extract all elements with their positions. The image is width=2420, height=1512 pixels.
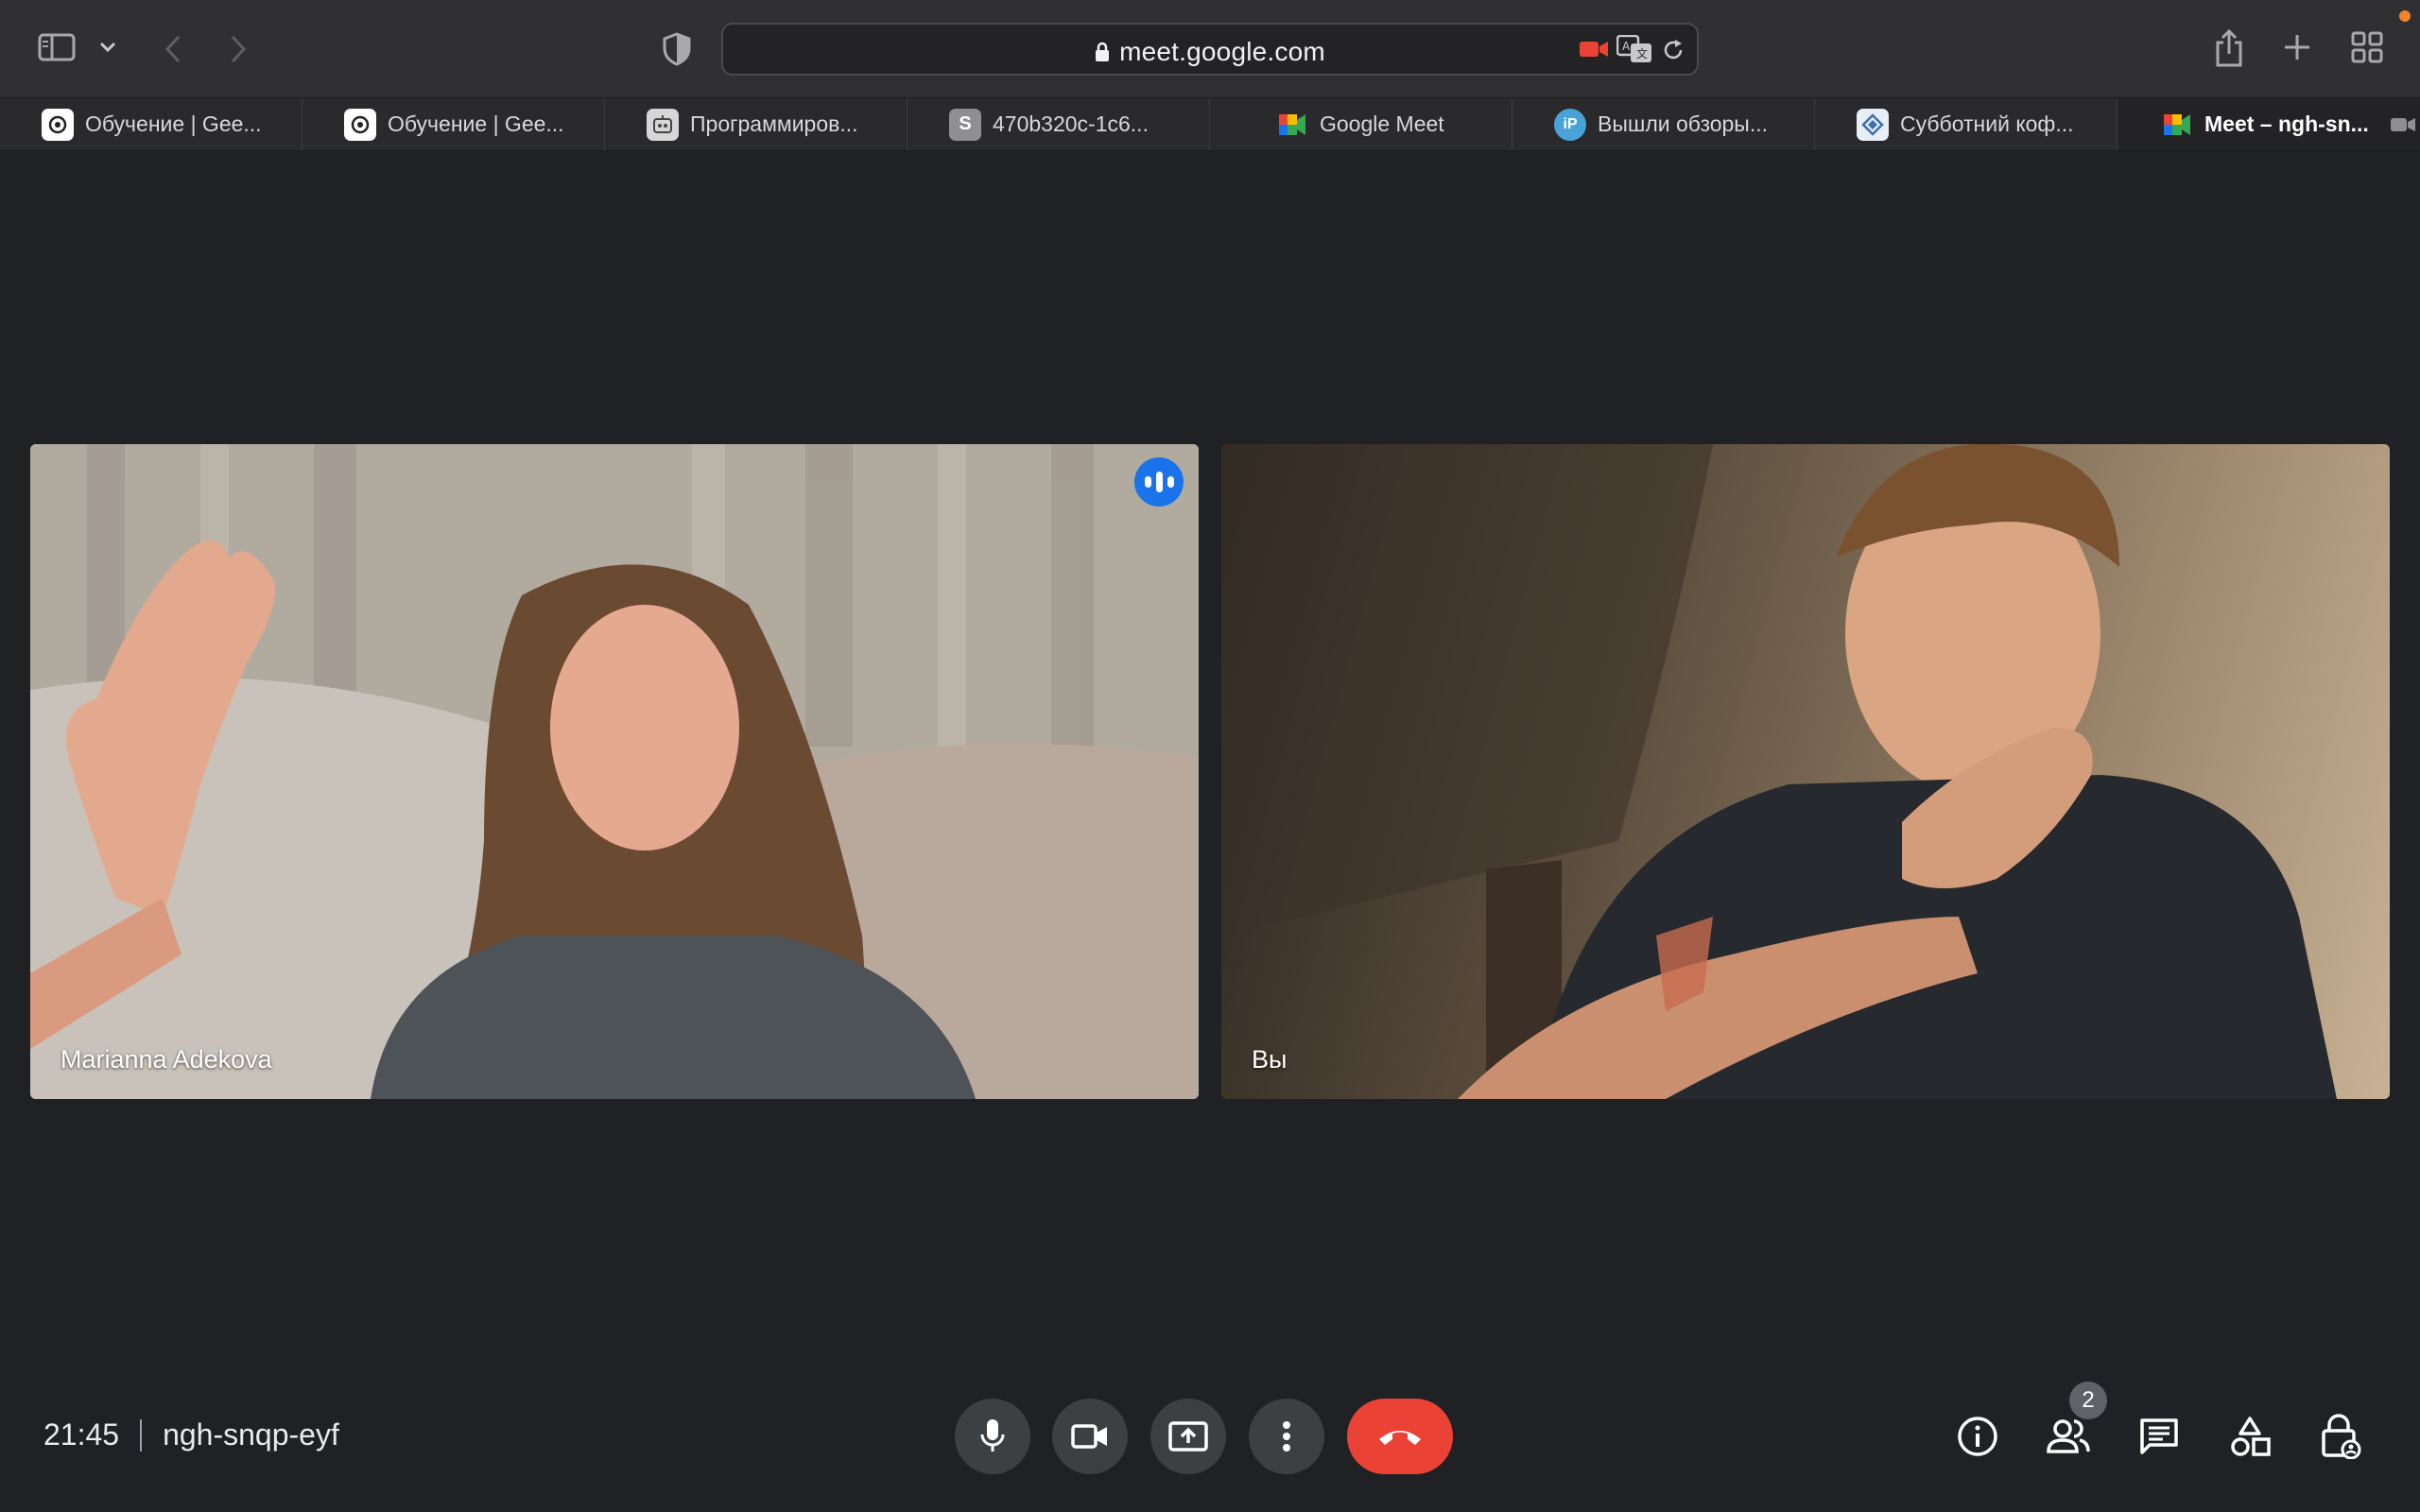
- end-call-button[interactable]: [1347, 1399, 1453, 1474]
- video-camera-icon: [1071, 1424, 1107, 1449]
- svg-text:文: 文: [1636, 46, 1648, 60]
- url-text[interactable]: meet.google.com: [723, 37, 1697, 69]
- s-letter-icon: S: [949, 108, 981, 141]
- url-label: meet.google.com: [1119, 37, 1325, 66]
- translate-icon[interactable]: A文: [1616, 34, 1653, 64]
- people-icon: [2047, 1419, 2090, 1453]
- participant-video: [30, 444, 1199, 1099]
- new-tab-icon[interactable]: [2278, 28, 2316, 66]
- microphone-icon: [980, 1419, 1005, 1452]
- participant-tile-active-speaker[interactable]: Marianna Adekova: [30, 444, 1199, 1099]
- camera-in-use-icon[interactable]: [1578, 36, 1610, 62]
- reload-icon[interactable]: [1659, 36, 1687, 64]
- tab-title: 470b320c-1c6...: [993, 112, 1149, 136]
- tab-3[interactable]: Программиров...: [605, 98, 908, 150]
- sidebar-toggle-icon[interactable]: [36, 28, 78, 66]
- recording-indicator: [2399, 10, 2411, 22]
- microphone-button[interactable]: [955, 1399, 1030, 1474]
- forward-icon[interactable]: [221, 30, 255, 68]
- info-icon: [1958, 1417, 1997, 1456]
- meeting-code: ngh-snqp-eyf: [163, 1418, 339, 1452]
- present-screen-icon: [1168, 1421, 1208, 1452]
- tab-title: Вышли обзоры...: [1598, 112, 1769, 136]
- present-screen-button[interactable]: [1150, 1399, 1226, 1474]
- tab-7[interactable]: Субботний коф...: [1815, 98, 2118, 150]
- ip-icon: iP: [1554, 108, 1586, 141]
- participant-name: Marianna Adekova: [60, 1045, 272, 1074]
- svg-text:A: A: [1622, 40, 1631, 53]
- tab-title: Google Meet: [1320, 112, 1444, 136]
- tab-5[interactable]: Google Meet: [1210, 98, 1512, 150]
- people-count-badge: 2: [2069, 1382, 2107, 1419]
- end-call-icon: [1379, 1431, 1421, 1445]
- robot-icon: [647, 108, 679, 141]
- shapes-icon: [2231, 1417, 2271, 1456]
- tab-title: Обучение | Gee...: [388, 112, 564, 136]
- diamond-icon: [1857, 108, 1889, 141]
- tab-title: Meet – ngh-sn...: [2204, 112, 2369, 136]
- tab-1[interactable]: Обучение | Gee...: [0, 98, 302, 150]
- meeting-info: 21:45 ngh-snqp-eyf: [43, 1418, 339, 1452]
- privacy-shield-icon[interactable]: [658, 30, 696, 68]
- participant-video: [1221, 444, 2337, 1099]
- participant-name: Вы: [1252, 1045, 1288, 1074]
- tab-title: Программиров...: [690, 112, 858, 136]
- back-icon[interactable]: [156, 30, 190, 68]
- lock-icon: [1095, 39, 1110, 69]
- google-meet-icon: [2161, 109, 2193, 141]
- meeting-details-button[interactable]: [1949, 1408, 2006, 1465]
- tab-overview-icon[interactable]: [2348, 28, 2386, 66]
- tab-8-active[interactable]: Meet – ngh-sn...: [2118, 98, 2420, 150]
- address-bar[interactable]: meet.google.com A文: [721, 23, 1699, 76]
- more-vert-icon: [1283, 1421, 1290, 1452]
- google-meet-icon: [1276, 109, 1308, 141]
- lock-person-icon: [2322, 1414, 2361, 1459]
- chat-icon: [2140, 1418, 2178, 1454]
- tab-6[interactable]: iP Вышли обзоры...: [1512, 98, 1815, 150]
- tab-strip: Обучение | Gee... Обучение | Gee... Прог…: [0, 97, 2420, 151]
- chat-button[interactable]: [2131, 1408, 2187, 1465]
- tab-title: Субботний коф...: [1900, 112, 2074, 136]
- activities-button[interactable]: [2221, 1408, 2278, 1465]
- chevron-down-icon[interactable]: [95, 36, 121, 59]
- openai-icon: [42, 108, 74, 141]
- tab-title: Обучение | Gee...: [85, 112, 262, 136]
- share-icon[interactable]: [2210, 25, 2248, 70]
- participant-tile-self[interactable]: Вы: [1221, 444, 2390, 1099]
- camera-button[interactable]: [1052, 1399, 1128, 1474]
- browser-toolbar: meet.google.com A文: [0, 0, 2420, 97]
- openai-icon: [344, 108, 376, 141]
- tab-4[interactable]: S 470b320c-1c6...: [908, 98, 1210, 150]
- speaking-indicator-icon: [1134, 457, 1184, 507]
- more-options-button[interactable]: [1249, 1399, 1324, 1474]
- meet-stage: Marianna Adekova Вы: [0, 152, 2420, 1512]
- tab-2[interactable]: Обучение | Gee...: [302, 98, 605, 150]
- host-controls-button[interactable]: [2312, 1408, 2369, 1465]
- divider: [140, 1418, 143, 1452]
- meeting-time: 21:45: [43, 1418, 120, 1452]
- tab-camera-icon: [2390, 114, 2416, 141]
